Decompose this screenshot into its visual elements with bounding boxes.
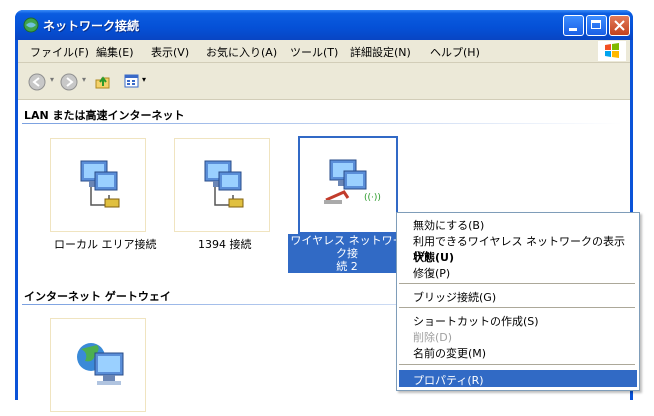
menu-edit[interactable]: 編集(E) [96, 44, 134, 60]
menu-favorites[interactable]: お気に入り(A) [206, 44, 277, 60]
maximize-button[interactable] [586, 15, 607, 36]
forward-dropdown-icon[interactable]: ▾ [82, 75, 86, 84]
network-computer-icon [80, 160, 120, 208]
forward-arrow-icon[interactable] [60, 73, 78, 91]
internet-gateway-icon [77, 343, 124, 385]
group-header-lan: LAN または高速インターネット [24, 109, 185, 122]
views-dropdown-icon[interactable]: ▾ [142, 75, 146, 84]
group-divider [22, 123, 622, 124]
close-button[interactable] [609, 15, 630, 36]
toolbar: ▾ ▾ ▾ [18, 63, 630, 100]
views-icon[interactable] [124, 73, 140, 89]
network-computer-icon [204, 160, 244, 208]
menu-item-create-shortcut[interactable]: ショートカットの作成(S) [413, 313, 539, 329]
menu-separator [399, 283, 635, 284]
minimize-icon [569, 28, 577, 31]
connection-tile-wireless[interactable]: ((·)) [298, 136, 398, 234]
menu-file[interactable]: ファイル(F) [30, 44, 89, 60]
connection-tile-local-area[interactable] [50, 138, 146, 232]
menu-view[interactable]: 表示(V) [151, 44, 189, 60]
up-folder-icon[interactable] [94, 73, 112, 91]
network-connections-icon [23, 17, 39, 33]
connection-tile-1394[interactable] [174, 138, 270, 232]
title-bar[interactable]: ネットワーク接続 [15, 10, 633, 40]
menu-advanced[interactable]: 詳細設定(N) [350, 44, 411, 60]
connection-label-wireless[interactable]: ワイヤレス ネットワーク接 続 2 [288, 234, 406, 273]
menu-tools[interactable]: ツール(T) [290, 44, 338, 60]
window-title: ネットワーク接続 [43, 19, 140, 33]
menu-item-repair[interactable]: 修復(P) [413, 265, 450, 281]
back-dropdown-icon[interactable]: ▾ [50, 75, 54, 84]
menu-separator [399, 364, 635, 365]
back-arrow-icon[interactable] [28, 73, 46, 91]
svg-text:((·)): ((·)) [364, 193, 381, 203]
windows-logo-icon [598, 41, 626, 61]
context-menu: 無効にする(B) 利用できるワイヤレス ネットワークの表示(V) 状態(U) 修… [396, 212, 640, 391]
menu-item-bridge[interactable]: ブリッジ接続(G) [413, 289, 496, 305]
menu-item-disable[interactable]: 無効にする(B) [413, 217, 484, 233]
wireless-network-icon: ((·)) [324, 159, 381, 204]
group-header-gateway: インターネット ゲートウェイ [24, 290, 171, 303]
menu-separator [399, 307, 635, 308]
menu-bar: ファイル(F) 編集(E) 表示(V) お気に入り(A) ツール(T) 詳細設定… [18, 40, 630, 63]
minimize-button[interactable] [563, 15, 584, 36]
maximize-icon [591, 20, 601, 29]
menu-help[interactable]: ヘルプ(H) [430, 44, 480, 60]
menu-item-status[interactable]: 状態(U) [413, 249, 454, 265]
connection-label-1394[interactable]: 1394 接続 [198, 236, 252, 252]
menu-item-properties[interactable]: プロパティ(R) [413, 372, 484, 388]
menu-item-rename[interactable]: 名前の変更(M) [413, 345, 486, 361]
close-icon [614, 20, 625, 31]
connection-label-local-area[interactable]: ローカル エリア接続 [54, 236, 157, 252]
gateway-tile[interactable] [50, 318, 146, 412]
menu-item-delete: 削除(D) [413, 331, 453, 344]
